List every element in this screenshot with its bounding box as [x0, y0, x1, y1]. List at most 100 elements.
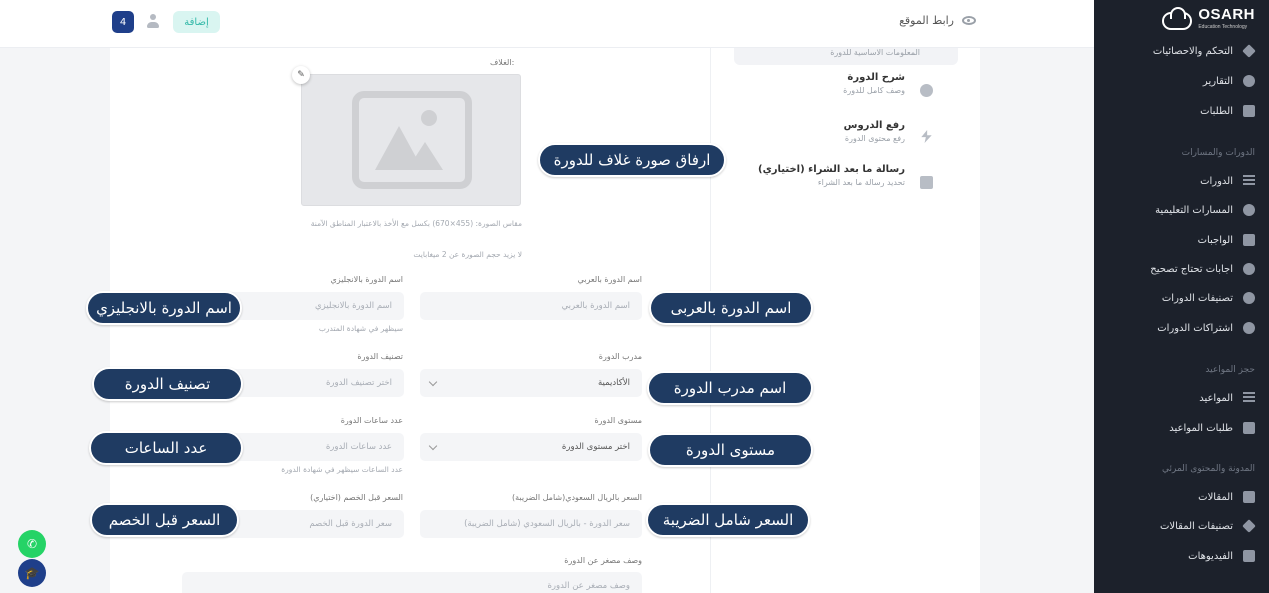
site-link-label: رابط الموقع [899, 14, 954, 27]
top-bar: رابط الموقع 4 إضافة [0, 0, 1094, 48]
sidebar-item-label: تصنيفات الدورات [1161, 292, 1233, 304]
name-en-label: اسم الدورة بالانجليزي [330, 275, 403, 284]
sidebar-item-label: الفيديوهات [1188, 550, 1233, 562]
name-ar-input[interactable]: اسم الدورة بالعربي [420, 292, 642, 320]
notifications-button[interactable]: 4 [112, 11, 134, 33]
level-select-value: اختر مستوى الدورة [561, 442, 630, 452]
sidebar-item-course-categories[interactable]: تصنيفات الدورات [1162, 292, 1255, 304]
annotation-old-price: السعر قبل الخصم [90, 503, 239, 537]
annotation-name-ar: اسم الدورة بالعربى [649, 291, 813, 325]
sidebar-item-label: الدورات [1200, 175, 1233, 187]
sidebar-item-dashboard[interactable]: التحكم والاحصائيات [1152, 44, 1256, 58]
sidebar-item-label: الواجبات [1197, 234, 1233, 246]
user-icon[interactable] [146, 14, 160, 30]
video-icon [1243, 550, 1255, 562]
question-icon [1243, 263, 1255, 275]
sidebar-item-answers-to-grade[interactable]: اجابات تحتاج تصحيح [1150, 263, 1255, 275]
price-input[interactable]: سعر الدورة - بالريال السعودي (شامل الضري… [420, 510, 642, 538]
mail-icon [920, 176, 933, 189]
sidebar-item-label: المواعيد [1199, 392, 1233, 404]
add-button[interactable]: إضافة [173, 11, 220, 33]
sidebar-item-article-categories[interactable]: تصنيفات المقالات [1159, 519, 1256, 533]
sidebar-item-label: تصنيفات المقالات [1159, 520, 1233, 532]
sidebar-item-label: التقارير [1202, 75, 1233, 87]
eye-icon [962, 16, 976, 25]
trainer-select[interactable]: الأكاديمية [420, 369, 642, 397]
list-icon [1243, 392, 1255, 404]
name-en-hint: سيظهر في شهادة المتدرب [318, 324, 403, 333]
eye-icon [1243, 292, 1255, 304]
step-title: رسالة ما بعد الشراء (اختياري) [758, 164, 905, 175]
annotation-level: مستوى الدورة [648, 433, 813, 467]
list-icon [1243, 175, 1255, 187]
category-label: تصنيف الدورة [357, 352, 403, 361]
image-placeholder-icon [352, 91, 472, 189]
sidebar-item-courses[interactable]: الدورات [1200, 175, 1255, 187]
edit-cover-button[interactable]: ✎ [292, 66, 310, 84]
sidebar-item-learning-paths[interactable]: المسارات التعليمية [1155, 204, 1255, 216]
sidebar-item-appointments[interactable]: المواعيد [1199, 392, 1255, 404]
cover-image-upload[interactable] [301, 74, 521, 206]
annotation-name-en: اسم الدورة بالانجليزي [86, 291, 242, 325]
annotation-hours: عدد الساعات [89, 431, 243, 465]
cover-weight-hint: لا يزيد حجم الصورة عن 2 ميغابايت [413, 250, 522, 259]
name-en-input[interactable]: اسم الدورة بالانجليزي [220, 292, 404, 320]
sidebar-item-reports[interactable]: التقارير [1203, 75, 1255, 87]
sidebar-item-videos[interactable]: الفيديوهات [1188, 550, 1255, 562]
sidebar-item-appointment-requests[interactable]: طلبات المواعيد [1169, 422, 1255, 434]
user-icon [1243, 322, 1255, 334]
pie-chart-icon [1243, 75, 1255, 87]
sidebar-item-label: اشتراكات الدورات [1157, 322, 1233, 334]
section-blog: المدونة والمحتوى المرئي [1162, 464, 1255, 474]
sidebar-item-label: الطلبات [1200, 105, 1233, 117]
hours-input[interactable]: عدد ساعات الدورة [220, 433, 404, 461]
site-link[interactable]: رابط الموقع [899, 14, 976, 27]
sidebar-item-course-subscriptions[interactable]: اشتراكات الدورات [1157, 322, 1255, 334]
step-basic-info[interactable]: المعلومات الاساسية للدورة [734, 48, 958, 65]
step-desc: رفع محتوى الدورة [844, 134, 905, 143]
bolt-icon [921, 130, 932, 143]
old-price-input[interactable]: سعر الدورة قبل الخصم [220, 510, 404, 538]
hours-label: عدد ساعات الدورة [340, 416, 403, 425]
old-price-label: السعر قبل الخصم (اختياري) [310, 493, 403, 502]
graduation-cap-icon: 🎓 [24, 566, 40, 580]
logo[interactable]: OSARH Education Technology [1162, 7, 1255, 34]
tag-icon [1242, 519, 1256, 533]
sidebar-item-label: المسارات التعليمية [1155, 204, 1233, 216]
chevron-down-icon [428, 377, 438, 387]
annotation-category: تصنيف الدورة [92, 367, 243, 401]
price-label: السعر بالريال السعودي(شامل الضريبة) [512, 493, 642, 502]
step-course-description[interactable]: شرح الدورة وصف كامل للدورة [843, 72, 905, 95]
section-appointments: حجز المواعيد [1205, 365, 1255, 375]
trainer-label: مدرب الدورة [598, 352, 642, 361]
short-desc-input[interactable]: وصف مصغر عن الدورة [182, 572, 642, 593]
sidebar-item-orders[interactable]: الطلبات [1200, 105, 1255, 117]
logo-subtitle: Education Technology [1198, 24, 1248, 30]
chevron-down-icon [428, 441, 438, 451]
step-title: رفع الدروس [843, 120, 905, 131]
check-icon [1243, 234, 1255, 246]
sidebar-item-label: طلبات المواعيد [1169, 422, 1233, 434]
whatsapp-button[interactable]: ✆ [18, 530, 46, 558]
basket-icon [1243, 105, 1255, 117]
sidebar-item-label: التحكم والاحصائيات [1152, 45, 1233, 57]
course-form-card: المعلومات الاساسية للدورة شرح الدورة وصف… [110, 48, 980, 593]
academy-button[interactable]: 🎓 [18, 559, 46, 587]
path-icon [1243, 204, 1255, 216]
sidebar-item-label: اجابات تحتاج تصحيح [1150, 263, 1233, 275]
step-post-purchase-message[interactable]: رسالة ما بعد الشراء (اختياري) تحديد رسال… [758, 164, 905, 187]
annotation-trainer: اسم مدرب الدورة [647, 371, 813, 405]
sidebar-item-assignments[interactable]: الواجبات [1198, 234, 1255, 246]
cloud-logo-icon [1162, 7, 1193, 30]
sidebar-item-label: المقالات [1198, 491, 1233, 503]
whatsapp-icon: ✆ [26, 537, 38, 551]
cover-size-hint: مقاس الصورة: (455×670) بكسل مع الأخذ بال… [310, 219, 522, 228]
annotation-cover: ارفاق صورة غلاف للدورة [538, 143, 726, 177]
hours-hint: عدد الساعات سيظهر في شهادة الدورة [281, 465, 403, 474]
category-select[interactable]: اختر تصنيف الدورة [220, 369, 404, 397]
step-desc: وصف كامل للدورة [843, 86, 905, 95]
level-select[interactable]: اختر مستوى الدورة [420, 433, 642, 461]
sidebar-item-articles[interactable]: المقالات [1198, 491, 1255, 503]
step-upload-lessons[interactable]: رفع الدروس رفع محتوى الدورة [844, 120, 905, 143]
cover-label: الغلاف: [490, 58, 515, 67]
